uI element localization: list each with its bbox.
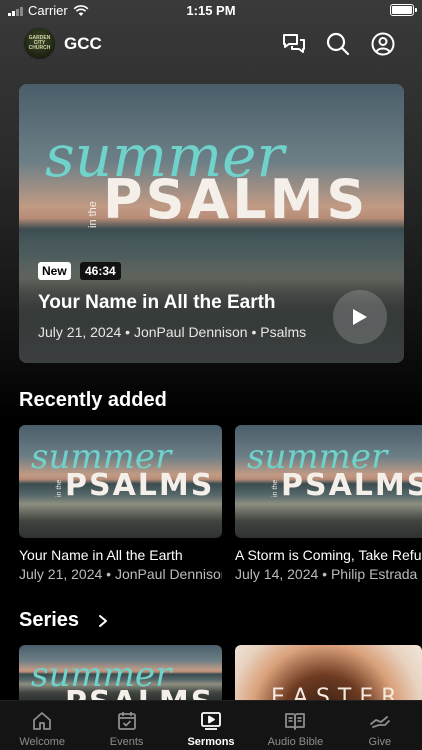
logo-text: GARDEN CITY CHURCH [28, 35, 51, 51]
art-inthe-text: in the [56, 479, 63, 497]
duration-badge: 46:34 [80, 262, 121, 280]
book-icon [285, 713, 306, 730]
series-item[interactable]: EASTER [235, 645, 422, 701]
easter-art-text: EASTER [271, 685, 405, 701]
tab-events[interactable]: Events [84, 701, 168, 750]
give-icon [369, 716, 390, 728]
series-item[interactable]: summer PSALMS [19, 645, 222, 701]
play-icon [353, 309, 367, 325]
recent-item-thumbnail: summer in the PSALMS [19, 425, 222, 538]
search-icon[interactable] [325, 31, 351, 57]
app-header: GARDEN CITY CHURCH GCC [0, 24, 422, 64]
chevron-right-icon[interactable] [97, 614, 109, 628]
featured-sermon-card[interactable]: summer in the PSALMS New 46:34 Your Name… [19, 84, 404, 363]
church-logo[interactable]: GARDEN CITY CHURCH [23, 27, 56, 60]
battery-icon [390, 4, 417, 16]
recent-item-subtitle: July 14, 2024 • Philip Estrada [235, 566, 418, 582]
recent-item-subtitle: July 21, 2024 • JonPaul Dennison [19, 566, 222, 582]
play-button[interactable] [333, 290, 387, 344]
tab-give[interactable]: Give [338, 701, 422, 750]
tab-bar: Welcome Events Sermons Audio Bible Give [0, 700, 422, 750]
clock: 1:15 PM [186, 3, 236, 18]
art-title-text: PSALMS [281, 468, 422, 503]
play-icon [201, 712, 221, 730]
recently-added-heading: Recently added [19, 389, 167, 411]
app-title: GCC [64, 34, 102, 53]
new-badge: New [38, 262, 71, 280]
recent-item[interactable]: summer in the PSALMS A Storm is Coming, … [235, 425, 422, 582]
tab-welcome[interactable]: Welcome [0, 701, 84, 750]
art-inthe-text: in the [272, 479, 279, 497]
tab-sermons[interactable]: Sermons [169, 701, 253, 750]
tab-label: Give [368, 736, 392, 748]
tab-label: Events [109, 736, 144, 748]
featured-subtitle: July 21, 2024 • JonPaul Dennison • Psalm… [38, 324, 307, 340]
series-heading[interactable]: Series [19, 609, 79, 632]
profile-icon[interactable] [370, 31, 396, 57]
art-title-text: PSALMS [65, 685, 214, 701]
art-title-text: PSALMS [65, 468, 215, 503]
tab-label: Sermons [187, 736, 235, 748]
recent-item[interactable]: summer in the PSALMS Your Name in All th… [19, 425, 222, 582]
featured-title: Your Name in All the Earth [38, 292, 276, 313]
home-icon [33, 712, 52, 730]
recent-item-title: A Storm is Coming, Take Refuge [235, 547, 422, 563]
recent-item-title: Your Name in All the Earth [19, 547, 183, 563]
status-bar: Carrier 1:15 PM [0, 0, 422, 22]
chat-icon[interactable] [281, 31, 307, 57]
recent-item-thumbnail: summer in the PSALMS [235, 425, 422, 538]
calendar-icon [117, 712, 136, 730]
tab-label: Audio Bible [267, 736, 324, 748]
tab-audio-bible[interactable]: Audio Bible [253, 701, 337, 750]
tab-label: Welcome [19, 736, 66, 748]
